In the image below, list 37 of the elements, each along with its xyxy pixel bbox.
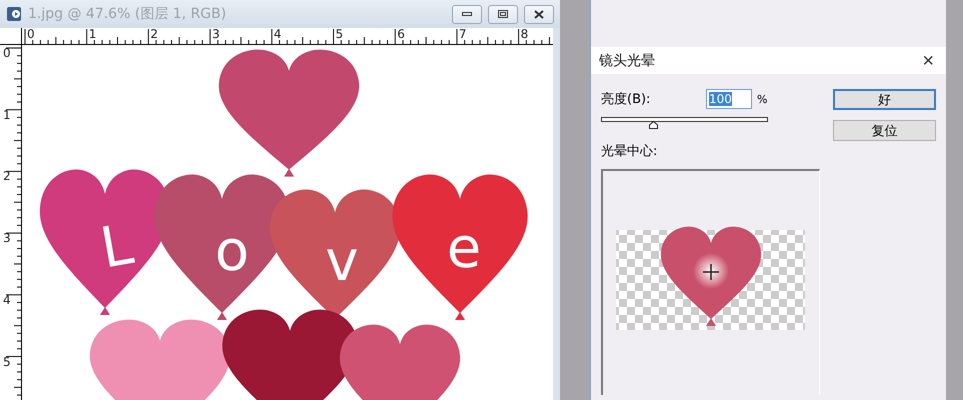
brightness-slider[interactable]	[601, 117, 768, 130]
dialog-title: 镜头光晕	[599, 52, 656, 70]
brightness-input[interactable]: 100	[706, 89, 752, 109]
close-icon	[534, 10, 544, 18]
flare-preview-panel[interactable]	[601, 169, 820, 395]
ruler-label: 2	[150, 28, 158, 40]
ruler-label: 3	[3, 232, 11, 244]
crosshair-icon[interactable]	[702, 263, 720, 281]
reset-button[interactable]: 复位	[833, 120, 936, 141]
ruler-label: 5	[3, 356, 11, 368]
ruler-label: 0	[27, 28, 35, 40]
restore-icon	[498, 10, 508, 18]
balloon-letter: v	[325, 229, 359, 294]
flare-center-label: 光晕中心:	[601, 143, 658, 160]
ruler-label: 1	[3, 108, 11, 121]
ruler-label: 7	[458, 28, 467, 40]
ruler-label: 1	[88, 28, 96, 40]
balloon-letter: e	[446, 216, 482, 281]
balloon-letter: L	[96, 212, 138, 282]
brightness-label: 亮度(B):	[601, 91, 652, 108]
maximize-button[interactable]	[488, 4, 518, 24]
balloon-letter: o	[214, 219, 250, 284]
ok-button[interactable]: 好	[833, 89, 936, 110]
ruler-label: 2	[3, 170, 11, 182]
ruler-label: 5	[336, 28, 344, 40]
ruler-label: 0	[3, 47, 11, 59]
close-button[interactable]	[524, 4, 554, 24]
window-title: 1.jpg @ 47.6% (图层 1, RGB)	[28, 5, 228, 23]
ruler-label: 6	[397, 28, 405, 40]
ruler-label: 8	[520, 28, 528, 40]
ruler-label: 4	[274, 28, 282, 40]
ruler-label: 3	[212, 28, 220, 40]
minimize-icon	[462, 12, 472, 16]
ruler-label: 4	[3, 294, 11, 306]
minimize-button[interactable]	[452, 4, 482, 24]
close-button[interactable]: ×	[916, 50, 940, 70]
percent-unit: %	[757, 92, 768, 106]
